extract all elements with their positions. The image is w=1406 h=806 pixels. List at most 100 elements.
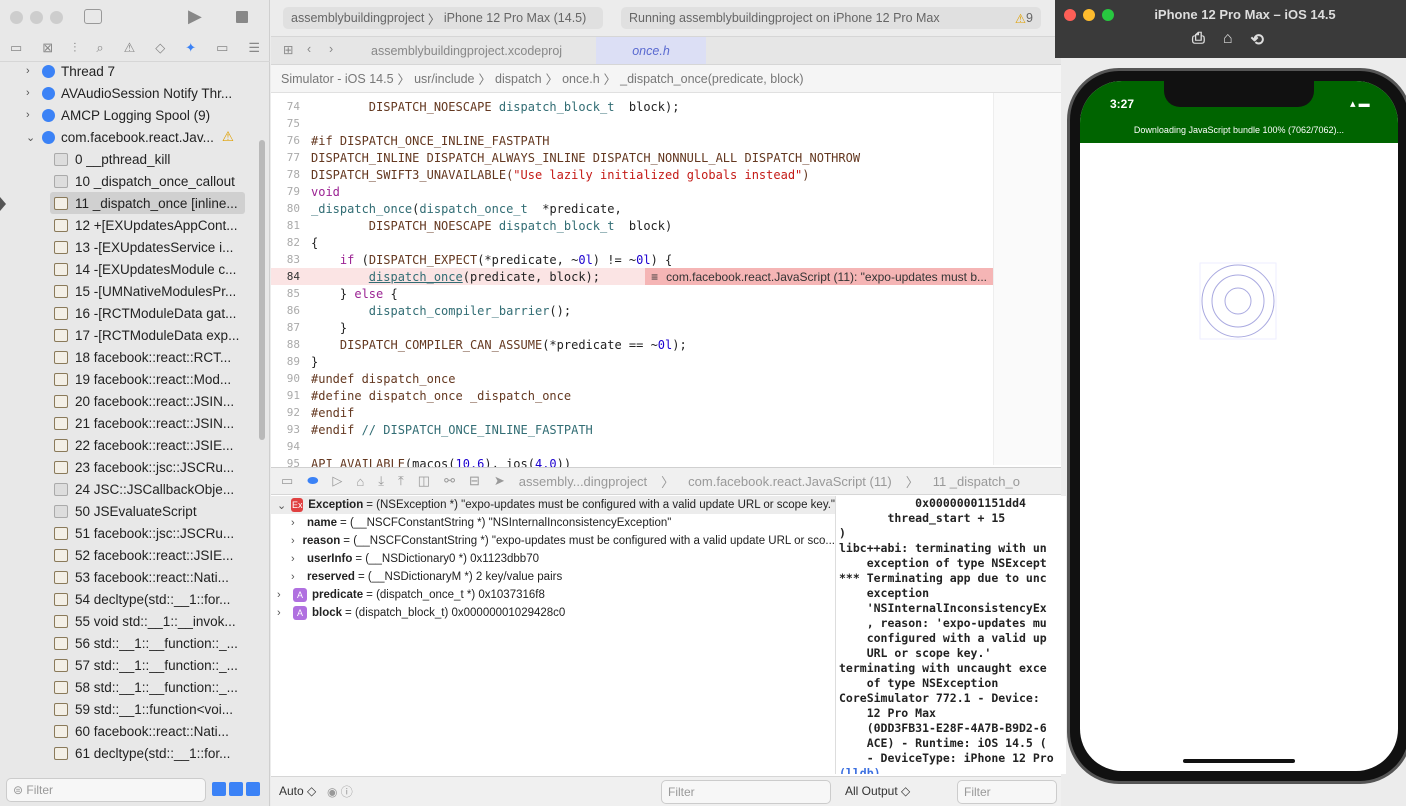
variable-row[interactable]: ⌄ Ex Exception = (NSException *) "expo-upda…	[271, 496, 835, 514]
minimize-window-button[interactable]	[30, 11, 43, 24]
stack-frame-item[interactable]: 18 facebook::react::RCT...	[0, 346, 262, 368]
stack-frame-item[interactable]: 60 facebook::react::Nati...	[0, 720, 262, 742]
stack-frame-item[interactable]: 16 -[RCTModuleData gat...	[0, 302, 262, 324]
line-number[interactable]: 77	[271, 151, 311, 164]
stack-frame-item[interactable]: 22 facebook::react::JSIE...	[0, 434, 262, 456]
stack-frame-item[interactable]: 57 std::__1::__function::_...	[0, 654, 262, 676]
debug-crumb-item[interactable]: 11 _dispatch_o	[933, 474, 1020, 489]
chevron-down-icon[interactable]: ⌄	[26, 131, 38, 144]
stack-frame-item[interactable]: 23 facebook::jsc::JSCRu...	[0, 456, 262, 478]
variable-row[interactable]: › userInfo = (__NSDictionary0 *) 0x1123dbb…	[271, 550, 835, 568]
zoom-window-button[interactable]	[1102, 9, 1114, 21]
console-output-select[interactable]: All Output ◇	[845, 784, 910, 798]
stack-frame-item[interactable]: 13 -[EXUpdatesService i...	[0, 236, 262, 258]
chevron-right-icon[interactable]: ›	[291, 553, 303, 565]
breadcrumb-item[interactable]: usr/include	[414, 72, 474, 86]
step-over-icon[interactable]: ⌂	[356, 474, 364, 489]
hide-debug-area-icon[interactable]: ▭	[281, 473, 293, 489]
stack-frame-item[interactable]: 19 facebook::react::Mod...	[0, 368, 262, 390]
console-output[interactable]: 0x00000001151dd4 thread_start + 15 ) lib…	[836, 496, 1066, 774]
rotate-icon[interactable]: ⟲	[1250, 30, 1263, 50]
sidebar-toggle-icon[interactable]	[84, 9, 102, 24]
tab-xcodeproj[interactable]: assemblybuildingproject.xcodeproj	[371, 37, 591, 64]
chevron-down-icon[interactable]: ⌄	[277, 499, 287, 512]
stack-frame-item[interactable]: 53 facebook::react::Nati...	[0, 566, 262, 588]
source-control-icon[interactable]: ⊠	[42, 40, 53, 61]
line-number[interactable]: 93	[271, 423, 311, 436]
thread-item[interactable]: › Thread 7	[0, 60, 262, 82]
line-number[interactable]: 92	[271, 406, 311, 419]
chevron-right-icon[interactable]: ›	[291, 535, 299, 547]
line-number[interactable]: 84	[271, 270, 311, 283]
thread-item[interactable]: ⌄ com.facebook.react.Jav... ⚠	[0, 126, 262, 148]
line-number[interactable]: 91	[271, 389, 311, 402]
line-number[interactable]: 81	[271, 219, 311, 232]
console-filter-input[interactable]: Filter	[957, 780, 1057, 804]
minimap[interactable]	[993, 93, 1061, 465]
chevron-right-icon[interactable]: ›	[277, 607, 289, 619]
variable-row[interactable]: › name = (__NSCFConstantString *) "NSInter…	[271, 514, 835, 532]
stack-frame-item[interactable]: 12 +[EXUpdatesAppCont...	[0, 214, 262, 236]
filter-toggle-icon[interactable]	[212, 782, 226, 796]
filter-toggle-icon[interactable]	[246, 782, 260, 796]
variables-filter-input[interactable]: Filter	[661, 780, 831, 804]
debug-icon[interactable]: ✦	[185, 40, 196, 61]
variable-row[interactable]: › reserved = (__NSDictionaryM *) 2 key/val…	[271, 568, 835, 586]
stack-frame-item[interactable]: 17 -[RCTModuleData exp...	[0, 324, 262, 346]
line-number[interactable]: 78	[271, 168, 311, 181]
eye-icon[interactable]: ◉ ⓘ	[327, 783, 353, 800]
variable-row[interactable]: › Apredicate = (dispatch_once_t *) 0x10373…	[271, 586, 835, 604]
run-button[interactable]: ▶	[188, 6, 202, 27]
line-number[interactable]: 82	[271, 236, 311, 249]
stop-button[interactable]	[236, 11, 248, 23]
stack-frame-item[interactable]: 24 JSC::JSCallbackObje...	[0, 478, 262, 500]
stack-frame-item[interactable]: 56 std::__1::__function::_...	[0, 632, 262, 654]
variables-scope-select[interactable]: Auto ◇	[279, 784, 316, 798]
stack-frame-item[interactable]: 51 facebook::jsc::JSCRu...	[0, 522, 262, 544]
chevron-right-icon[interactable]: ›	[277, 589, 289, 601]
thread-item[interactable]: › AVAudioSession Notify Thr...	[0, 82, 262, 104]
stack-frame-item[interactable]: 54 decltype(std::__1::for...	[0, 588, 262, 610]
variable-row[interactable]: › reason = (__NSCFConstantString *) "expo-…	[271, 532, 835, 550]
filter-toggle-icon[interactable]	[229, 782, 243, 796]
test-icon[interactable]: ◇	[155, 40, 165, 61]
breadcrumb-item[interactable]: Simulator - iOS 14.5	[281, 72, 394, 86]
breadcrumb-item[interactable]: _dispatch_once(predicate, block)	[620, 72, 803, 86]
zoom-window-button[interactable]	[50, 11, 63, 24]
stack-frame-item[interactable]: 21 facebook::react::JSIN...	[0, 412, 262, 434]
line-number[interactable]: 90	[271, 372, 311, 385]
line-number[interactable]: 88	[271, 338, 311, 351]
warning-icon[interactable]: ⚠	[124, 40, 136, 61]
phone-screen[interactable]: 3:27 ▴ ▬ Downloading JavaScript bundle 1…	[1080, 81, 1398, 771]
breakpoint-icon[interactable]: ▭	[216, 40, 228, 61]
stack-frame-item[interactable]: 15 -[UMNativeModulesPr...	[0, 280, 262, 302]
folder-icon[interactable]: ▭	[10, 40, 22, 61]
line-number[interactable]: 79	[271, 185, 311, 198]
home-icon[interactable]: ⌂	[1223, 30, 1233, 50]
chevron-right-icon[interactable]: ›	[26, 109, 38, 121]
screenshot-icon[interactable]: ⎙	[1192, 30, 1205, 50]
line-number[interactable]: 94	[271, 440, 311, 453]
stack-frame-item[interactable]: 59 std::__1::function<voi...	[0, 698, 262, 720]
breadcrumb-item[interactable]: once.h	[562, 72, 600, 86]
report-icon[interactable]: ☰	[248, 40, 260, 61]
stack-frame-item[interactable]: 61 decltype(std::__1::for...	[0, 742, 262, 764]
chevron-right-icon[interactable]: ›	[291, 571, 303, 583]
line-number[interactable]: 75	[271, 117, 311, 130]
continue-icon[interactable]: ▷	[332, 473, 342, 489]
grid-icon[interactable]: ⊞	[283, 42, 293, 57]
home-indicator[interactable]	[1183, 759, 1295, 763]
scheme-selector[interactable]: assemblybuildingproject 〉 iPhone 12 Pro …	[283, 7, 603, 29]
search-icon[interactable]: ⌕	[96, 40, 103, 61]
scrollbar[interactable]	[259, 140, 265, 440]
line-number[interactable]: 86	[271, 304, 311, 317]
stack-frame-item[interactable]: 20 facebook::react::JSIN...	[0, 390, 262, 412]
chevron-right-icon[interactable]: ›	[26, 87, 38, 99]
breadcrumb-item[interactable]: dispatch	[495, 72, 542, 86]
debug-crumb-item[interactable]: assembly...dingproject	[519, 474, 647, 489]
stack-frame-item[interactable]: 14 -[EXUpdatesModule c...	[0, 258, 262, 280]
tab-once-h[interactable]: once.h	[596, 37, 706, 64]
line-number[interactable]: 80	[271, 202, 311, 215]
line-number[interactable]: 76	[271, 134, 311, 147]
line-number[interactable]: 87	[271, 321, 311, 334]
